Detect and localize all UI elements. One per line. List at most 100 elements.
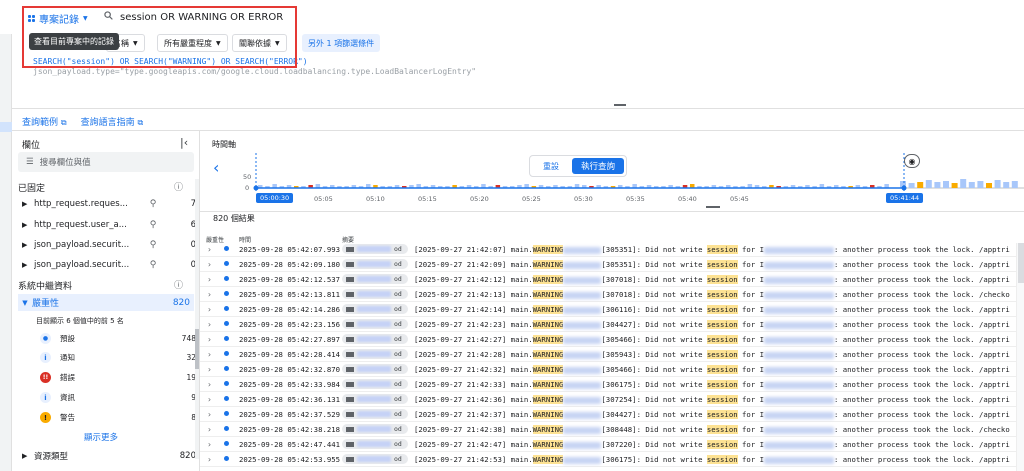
log-summary: [2025-09-27 21:42:53] main.WARNING [30617… <box>414 455 1010 464</box>
resource-tag[interactable]: od <box>342 259 408 269</box>
log-timestamp: 2025-09-28 05:42:37.529 <box>239 410 341 419</box>
log-row[interactable]: › 2025-09-28 05:42:37.529 od [2025-09-27 21… <box>200 407 1024 422</box>
pin-icon[interactable]: ⚲ <box>138 199 168 209</box>
pin-icon[interactable]: ⚲ <box>138 240 168 250</box>
log-summary: [2025-09-27 21:42:13] main.WARNING [30701… <box>414 290 1010 299</box>
metadata-label: 系統中繼資料 <box>18 282 73 292</box>
chevron-right-icon[interactable]: › <box>207 320 212 329</box>
log-timestamp: 2025-09-28 05:42:32.870 <box>239 365 341 374</box>
resource-tag[interactable]: od <box>342 274 408 284</box>
pinned-field[interactable]: ▶ http_request.reques... ⚲ 7 <box>22 195 196 213</box>
severity-value[interactable]: ● 預設 748 <box>40 330 196 347</box>
chevron-right-icon[interactable]: › <box>207 350 212 359</box>
default-severity-icon: ● <box>40 333 51 344</box>
log-timestamp: 2025-09-28 05:42:38.218 <box>239 425 341 434</box>
tag-icon <box>346 441 354 447</box>
resource-tag[interactable]: od <box>342 334 408 344</box>
default-severity-icon <box>224 396 229 401</box>
resource-tag[interactable]: od <box>342 394 408 404</box>
field-search-input[interactable]: ☰ 搜尋欄位與值 <box>18 152 194 172</box>
chevron-right-icon[interactable]: › <box>207 395 212 404</box>
chevron-right-icon[interactable]: › <box>207 365 212 374</box>
chevron-right-icon[interactable]: › <box>207 455 212 464</box>
resource-tag[interactable]: od <box>342 244 408 254</box>
pin-icon[interactable]: ⚲ <box>138 220 168 230</box>
query-examples-link[interactable]: 查詢範例 ⧉ <box>22 115 67 128</box>
pinned-field[interactable]: ▶ http_request.user_a... ⚲ 6 <box>22 216 196 234</box>
resource-tag[interactable]: od <box>342 319 408 329</box>
reset-button[interactable]: 重設 <box>532 161 570 172</box>
default-severity-icon <box>224 246 229 251</box>
log-summary: [2025-09-27 21:42:38] main.WARNING [30844… <box>414 425 1010 434</box>
chevron-right-icon[interactable]: › <box>207 425 212 434</box>
pinned-field[interactable]: ▶ json_payload.securit... ⚲ 0 <box>22 236 196 254</box>
chevron-right-icon[interactable]: › <box>207 380 212 389</box>
time-tick-label: 05:05 <box>314 195 333 203</box>
show-more-link[interactable]: 顯示更多 <box>84 431 118 443</box>
resource-tag[interactable]: od <box>342 364 408 374</box>
log-row[interactable]: › 2025-09-28 05:42:23.156 od [2025-09-27 21… <box>200 317 1024 332</box>
chevron-right-icon[interactable]: › <box>207 245 212 254</box>
chevron-right-icon[interactable]: › <box>207 275 212 284</box>
help-icon[interactable]: ⓘ <box>174 180 183 193</box>
resource-tag[interactable]: od <box>342 439 408 449</box>
log-row[interactable]: › 2025-09-28 05:42:12.537 od [2025-09-27 21… <box>200 272 1024 287</box>
tag-icon <box>346 381 354 387</box>
editor-resize-handle[interactable] <box>614 104 626 106</box>
query-line-2[interactable]: json_payload.type="type.googleapis.com/g… <box>33 67 476 76</box>
log-row[interactable]: › 2025-09-28 05:42:09.180 od [2025-09-27 21… <box>200 257 1024 272</box>
log-row[interactable]: › 2025-09-28 05:42:32.870 od [2025-09-27 21… <box>200 362 1024 377</box>
chevron-right-icon[interactable]: › <box>207 335 212 344</box>
resource-tag[interactable]: od <box>342 379 408 389</box>
resource-tag[interactable]: od <box>342 424 408 434</box>
panel-scrollbar[interactable] <box>195 179 199 459</box>
resource-tag[interactable]: od <box>342 349 408 359</box>
highlight-box <box>22 6 297 68</box>
log-row[interactable]: › 2025-09-28 05:42:36.131 od [2025-09-27 21… <box>200 392 1024 407</box>
external-link-icon: ⧉ <box>60 118 67 127</box>
log-row[interactable]: › 2025-09-28 05:42:14.286 od [2025-09-27 21… <box>200 302 1024 317</box>
pin-icon[interactable]: ⚲ <box>138 260 168 270</box>
query-guide-link[interactable]: 查詢語言指南 ⧉ <box>81 115 144 128</box>
severity-value[interactable]: ! 警告 8 <box>40 409 196 426</box>
log-summary: [2025-09-27 21:42:23] main.WARNING [30442… <box>414 320 1010 329</box>
triangle-down-icon: ▼ <box>22 298 28 307</box>
resource-tag[interactable]: od <box>342 289 408 299</box>
resource-tag[interactable]: od <box>342 304 408 314</box>
log-row[interactable]: › 2025-09-28 05:42:38.218 od [2025-09-27 21… <box>200 422 1024 437</box>
chevron-right-icon[interactable]: › <box>207 305 212 314</box>
chevron-right-icon[interactable]: › <box>207 260 212 269</box>
pinned-field[interactable]: ▶ json_payload.securit... ⚲ 0 <box>22 256 196 274</box>
severity-value[interactable]: !! 錯誤 19 <box>40 369 196 386</box>
collapse-panel-icon[interactable]: |‹ <box>180 136 188 149</box>
eye-icon[interactable]: ◉ <box>904 154 920 168</box>
log-row[interactable]: › 2025-09-28 05:42:53.955 od [2025-09-27 21… <box>200 452 1024 467</box>
log-timestamp: 2025-09-28 05:42:23.156 <box>239 320 341 329</box>
range-start-label[interactable]: 05:00:30 <box>256 193 294 203</box>
severity-value[interactable]: i 通知 32 <box>40 349 196 366</box>
log-row[interactable]: › 2025-09-28 05:42:13.811 od [2025-09-27 21… <box>200 287 1024 302</box>
resource-tag[interactable]: od <box>342 409 408 419</box>
log-timestamp: 2025-09-28 05:42:28.414 <box>239 350 341 359</box>
resource-tag[interactable]: od <box>342 454 408 464</box>
histogram-bar <box>994 180 1001 188</box>
run-query-button[interactable]: 執行查詢 <box>572 158 624 174</box>
severity-field[interactable]: ▼ 嚴重性 820 <box>18 294 194 311</box>
chevron-right-icon[interactable]: › <box>207 290 212 299</box>
more-filters-chip[interactable]: 另外 1 項篩選條件 <box>302 34 381 52</box>
histogram-resize-handle[interactable] <box>706 206 720 208</box>
chevron-right-icon[interactable]: › <box>207 440 212 449</box>
range-end-label[interactable]: 05:41:44 <box>886 193 924 203</box>
error-severity-icon: !! <box>40 372 51 383</box>
chevron-right-icon[interactable]: › <box>207 410 212 419</box>
help-icon[interactable]: ⓘ <box>174 278 183 291</box>
log-row[interactable]: › 2025-09-28 05:42:33.984 od [2025-09-27 21… <box>200 377 1024 392</box>
resource-type-field[interactable]: ▶ 資源類型 820 <box>22 447 196 465</box>
log-row[interactable]: › 2025-09-28 05:42:27.897 od [2025-09-27 21… <box>200 332 1024 347</box>
severity-value[interactable]: i 資訊 9 <box>40 389 196 406</box>
log-row[interactable]: › 2025-09-28 05:42:47.441 od [2025-09-27 21… <box>200 437 1024 452</box>
results-scrollbar[interactable] <box>1016 243 1024 471</box>
log-row[interactable]: › 2025-09-28 05:42:28.414 od [2025-09-27 21… <box>200 347 1024 362</box>
left-nav-selected[interactable] <box>0 122 12 132</box>
log-row[interactable]: › 2025-09-28 05:42:07.993 od [2025-09-27 21… <box>200 242 1024 257</box>
